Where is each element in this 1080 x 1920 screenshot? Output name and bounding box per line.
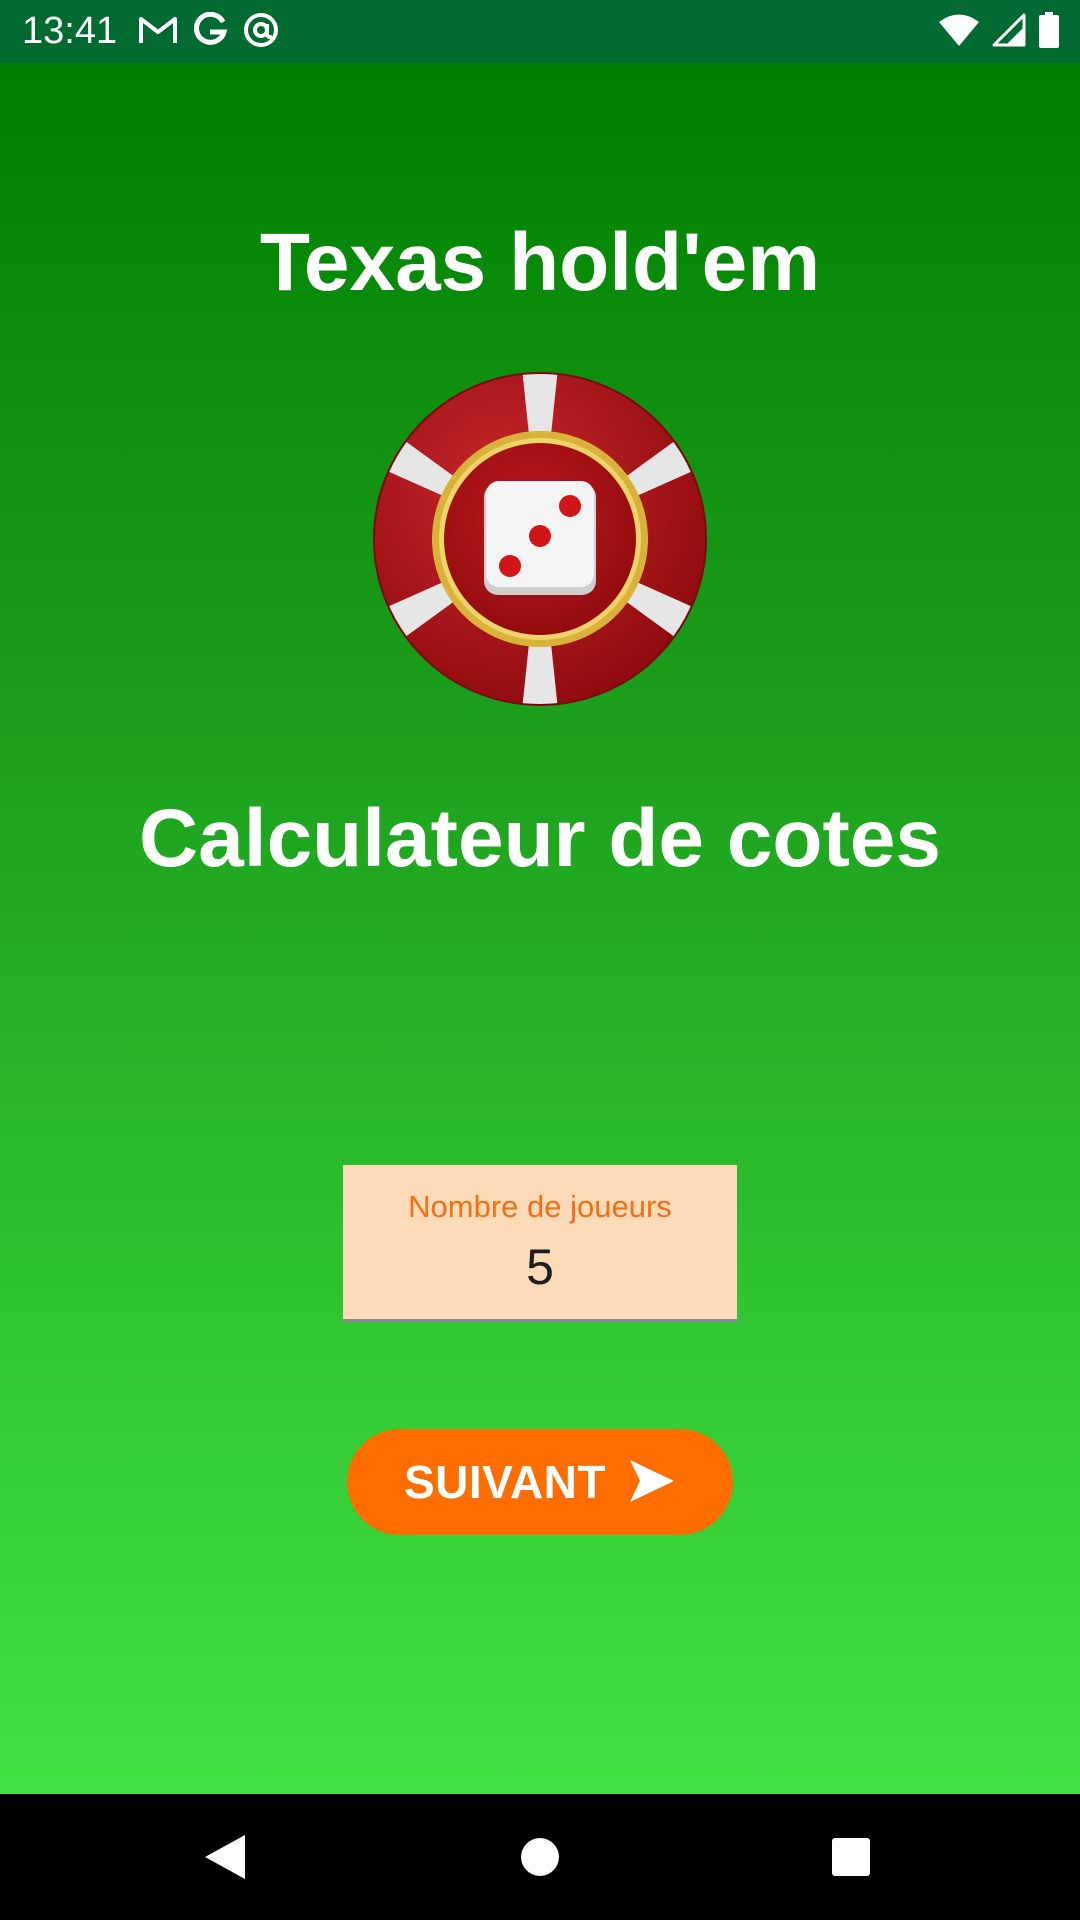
send-arrow-icon [628, 1458, 676, 1507]
recents-icon[interactable] [816, 1822, 886, 1892]
screen: 13:41 Texas hold'em Calculateur de cotes… [0, 0, 1080, 1920]
system-icons [938, 10, 1060, 54]
at-sign-icon [242, 11, 280, 54]
page-title: Texas hold'em [259, 217, 821, 308]
app-content: Texas hold'em Calculateur de cotes Nombr… [0, 63, 1080, 1794]
players-count-label: Nombre de joueurs [408, 1189, 672, 1224]
cell-signal-icon [992, 13, 1026, 52]
home-icon[interactable] [505, 1822, 575, 1892]
battery-icon [1038, 11, 1060, 53]
notification-icons [138, 10, 280, 54]
page-subtitle: Calculateur de cotes [138, 793, 942, 884]
status-bar: 13:41 [0, 0, 1080, 63]
players-count-field[interactable]: Nombre de joueurs [343, 1165, 737, 1322]
wifi-icon [938, 13, 980, 52]
players-count-input[interactable] [343, 1237, 737, 1297]
navigation-bar [0, 1794, 1080, 1920]
google-icon [192, 11, 228, 53]
back-icon[interactable] [190, 1822, 260, 1892]
poker-chip-dice-icon [370, 369, 710, 709]
status-time: 13:41 [22, 10, 118, 52]
gmail-icon [138, 14, 178, 51]
next-button-label: SUIVANT [404, 1456, 606, 1508]
next-button[interactable]: SUIVANT [347, 1429, 733, 1535]
